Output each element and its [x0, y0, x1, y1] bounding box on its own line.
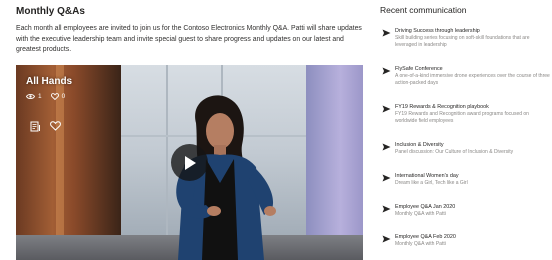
send-arrow-icon — [382, 235, 391, 243]
like-button[interactable] — [48, 119, 62, 133]
transcript-button[interactable] — [28, 119, 42, 133]
main-section: Monthly Q&As Each month all employees ar… — [16, 5, 366, 56]
send-arrow-icon — [382, 205, 391, 213]
page-description: Each month all employees are invited to … — [16, 25, 362, 53]
recent-communication-panel: Recent communication Driving Success thr… — [380, 4, 550, 247]
heart-icon — [49, 121, 61, 131]
item-subtitle: Skill building series focusing on soft-s… — [395, 35, 530, 48]
transcript-icon — [30, 121, 40, 131]
item-subtitle: Panel discussion: Our Culture of Inclusi… — [395, 149, 514, 155]
item-title: Inclusion & Diversity — [395, 142, 444, 148]
presenter-figure — [176, 95, 276, 260]
item-subtitle: Dream like a Girl, Tech like a Girl — [395, 180, 468, 186]
sidebar-title: Recent communication — [380, 5, 467, 15]
play-button[interactable] — [171, 144, 208, 181]
item-title: Driving Success through leadership — [395, 28, 480, 34]
item-subtitle: Monthly Q&A with Patti — [395, 211, 446, 217]
item-title: FlySafe Conference — [395, 66, 443, 72]
item-title: International Women's day — [395, 173, 459, 179]
item-title: Employee Q&A Feb 2020 — [395, 234, 456, 240]
video-actions — [28, 119, 62, 133]
item-title: Employee Q&A Jan 2020 — [395, 204, 456, 210]
page-title: Monthly Q&As — [16, 6, 85, 17]
likes-count: 0 — [61, 93, 66, 100]
video-player[interactable]: All Hands 1 0 — [16, 65, 363, 260]
views-count: 1 — [38, 93, 42, 100]
item-subtitle: Monthly Q&A with Patti — [395, 241, 446, 247]
send-arrow-icon — [382, 29, 391, 37]
send-arrow-icon — [382, 67, 391, 75]
play-icon — [184, 155, 196, 170]
heart-icon — [50, 93, 59, 100]
item-subtitle: A one-of-a-kind immersive drone experien… — [395, 73, 550, 86]
item-title: FY19 Rewards & Recognition playbook — [395, 104, 489, 110]
send-arrow-icon — [382, 174, 391, 182]
send-arrow-icon — [382, 105, 391, 113]
item-subtitle: FY19 Rewards and Recognition award progr… — [395, 111, 529, 124]
send-arrow-icon — [382, 143, 391, 151]
video-stats: 1 0 — [26, 93, 65, 100]
eye-icon — [26, 94, 35, 99]
video-background-right — [306, 65, 363, 260]
video-title: All Hands — [26, 76, 73, 87]
